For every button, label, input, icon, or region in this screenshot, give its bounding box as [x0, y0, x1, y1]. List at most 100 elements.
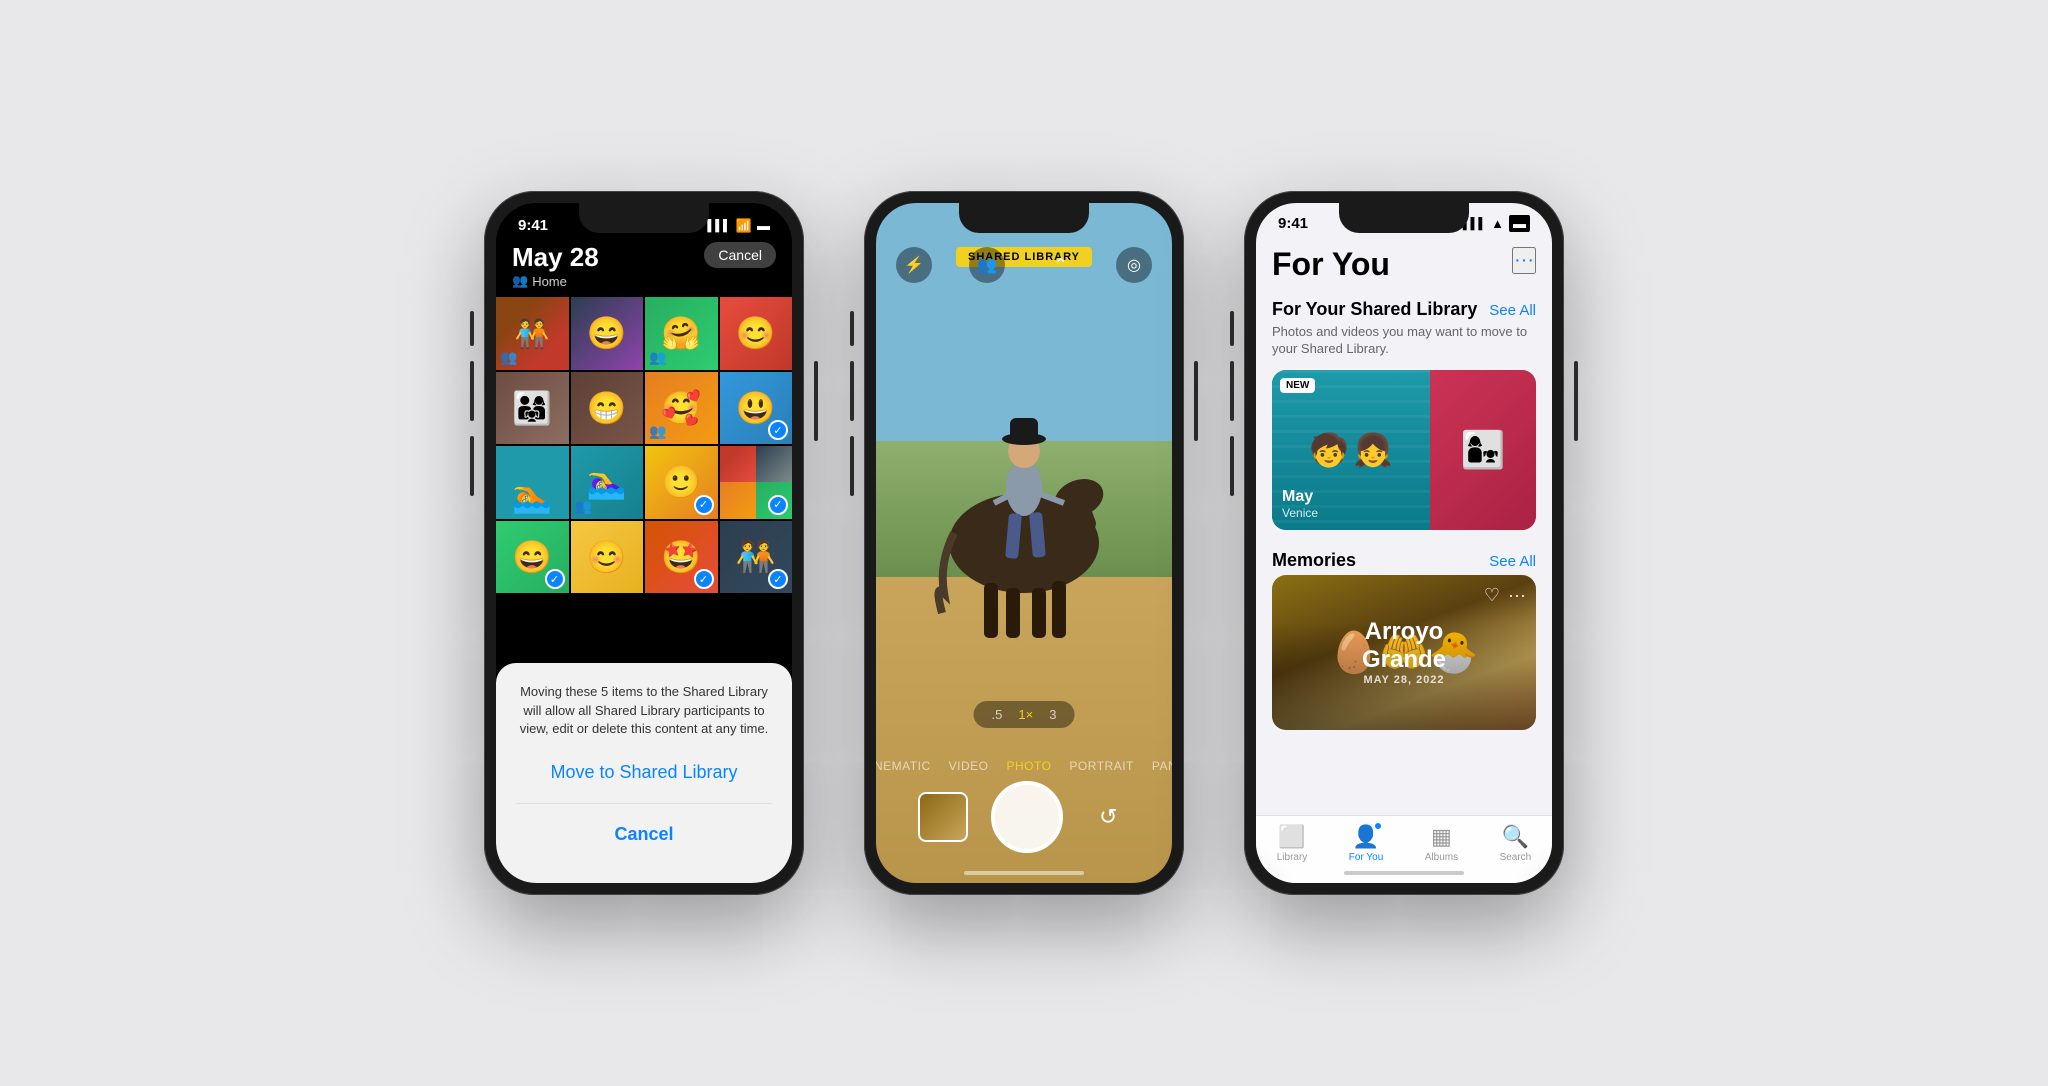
albums-tab-label: Albums: [1425, 852, 1458, 863]
card-location-label: Venice: [1282, 506, 1318, 520]
mode-photo[interactable]: PHOTO: [1006, 759, 1051, 773]
people-icon: 👥: [512, 273, 528, 289]
signal-icon: ▌▌▌: [707, 220, 730, 232]
card-month-label: May: [1282, 488, 1318, 506]
phone-2: SHARED LIBRARY ⚡ 👥 ⌃ ◎ .5 1×: [864, 191, 1184, 895]
shared-library-toggle[interactable]: 👥: [969, 247, 1005, 283]
scene: 9:41 ▌▌▌ 📶 ▬ May 28 👥 Home Cancel: [444, 151, 1604, 935]
photo-cell[interactable]: 😊: [720, 297, 793, 370]
wifi-icon: 📶: [736, 218, 752, 234]
flip-camera-button[interactable]: ↺: [1086, 795, 1130, 839]
memories-section-header: Memories See All: [1272, 550, 1536, 571]
shared-library-section-header: For Your Shared Library See All: [1272, 299, 1536, 320]
chevron-up-button[interactable]: ⌃: [1043, 247, 1079, 283]
photo-cell[interactable]: 😁: [571, 372, 644, 445]
wifi-icon: ▲: [1491, 216, 1504, 231]
phone-3-time: 9:41: [1278, 215, 1308, 232]
mode-pano[interactable]: PANO: [1152, 759, 1172, 773]
memories-heading: Memories: [1272, 550, 1356, 571]
tab-library[interactable]: ⬜ Library: [1277, 824, 1308, 863]
phone-1-popup: Moving these 5 items to the Shared Libra…: [496, 663, 792, 883]
zoom-1x-button[interactable]: 1×: [1014, 707, 1037, 722]
shared-library-see-all[interactable]: See All: [1489, 302, 1536, 319]
people-icon: 👥: [977, 255, 997, 275]
memory-title: ArroyoGrande: [1362, 618, 1446, 674]
card-right-panel: 👩‍👧: [1430, 370, 1536, 530]
photo-cell[interactable]: 🧑‍🤝‍🧑 👥: [496, 297, 569, 370]
shared-badge-icon: 👥: [649, 423, 666, 440]
photo-cell[interactable]: 🏊‍♀️ 👥: [571, 446, 644, 519]
tab-albums[interactable]: ▦ Albums: [1425, 824, 1458, 863]
battery-icon: ▬: [1509, 215, 1530, 232]
tab-search[interactable]: 🔍 Search: [1500, 824, 1532, 863]
photo-cell[interactable]: 😄: [571, 297, 644, 370]
camera-settings-button[interactable]: ◎: [1116, 247, 1152, 283]
camera-bottom-controls: ↺: [876, 781, 1172, 853]
tab-for-you[interactable]: 👤 For You: [1349, 824, 1383, 863]
photo-cell[interactable]: 🤗 👥: [645, 297, 718, 370]
photo-cell[interactable]: 🥰 👥: [645, 372, 718, 445]
photo-cell[interactable]: 🙂 ✓: [645, 446, 718, 519]
shared-badge-icon: 👥: [500, 349, 517, 366]
albums-tab-icon: ▦: [1431, 824, 1452, 850]
photo-cell[interactable]: 🏊: [496, 446, 569, 519]
photo-cell[interactable]: 😄 ✓: [496, 521, 569, 594]
phone-1-cancel-top[interactable]: Cancel: [704, 242, 776, 268]
settings-circle-icon: ◎: [1127, 255, 1141, 275]
zoom-0.5-button[interactable]: .5: [988, 707, 1007, 722]
phone-3-screen: 9:41 ▌▌▌▌ ▲ ▬ ··· For You For Your Share…: [1256, 203, 1552, 883]
phone-1-screen: 9:41 ▌▌▌ 📶 ▬ May 28 👥 Home Cancel: [496, 203, 792, 883]
shutter-button[interactable]: [991, 781, 1063, 853]
photo-cell[interactable]: 😃 ✓: [720, 372, 793, 445]
shared-library-card[interactable]: 🧒👧 NEW May Venice: [1272, 370, 1536, 530]
photo-selected-check: ✓: [768, 569, 788, 589]
for-you-tab-label: For You: [1349, 852, 1383, 863]
photo-cell[interactable]: 👨‍👩‍👧: [496, 372, 569, 445]
phone-1-cancel-button[interactable]: Cancel: [516, 816, 772, 853]
new-badge: NEW: [1280, 378, 1315, 393]
memories-see-all[interactable]: See All: [1489, 553, 1536, 570]
photo-cell[interactable]: 🧑‍🤝‍🧑 ✓: [720, 521, 793, 594]
library-tab-label: Library: [1277, 852, 1308, 863]
phone-3-home-indicator: [1344, 871, 1464, 875]
photo-cell[interactable]: 😊: [571, 521, 644, 594]
more-options-button[interactable]: ···: [1512, 247, 1536, 274]
memories-card[interactable]: 🥚🤲🐣 ArroyoGrande MAY 28, 2022 ♡ ···: [1272, 575, 1536, 730]
popup-divider: [516, 803, 772, 804]
mode-cinematic[interactable]: CINEMATIC: [876, 759, 931, 773]
flash-button[interactable]: ⚡: [896, 247, 932, 283]
photo-selected-check: ✓: [694, 569, 714, 589]
photo-selected-check: ✓: [694, 495, 714, 515]
battery-icon: ▬: [757, 218, 770, 233]
memory-more-button[interactable]: ···: [1508, 585, 1526, 606]
camera-top-controls: ⚡ 👥 ⌃ ◎: [876, 247, 1172, 283]
photo-selected-check: ✓: [768, 420, 788, 440]
memory-date: MAY 28, 2022: [1363, 674, 1444, 686]
flash-icon: ⚡: [904, 255, 924, 275]
phone-3-notch: [1339, 203, 1469, 233]
card-background: 🧒👧 NEW May Venice: [1272, 370, 1536, 530]
last-photo-thumbnail[interactable]: [918, 792, 968, 842]
photo-cell[interactable]: ✓: [720, 446, 793, 519]
card-left-panel: 🧒👧 NEW May Venice: [1272, 370, 1430, 530]
phone-1-photo-grid: 🧑‍🤝‍🧑 👥 😄 🤗 👥 😊 👨‍👩‍👧: [496, 297, 792, 593]
phone-2-home-indicator: [964, 871, 1084, 875]
phone-1-header: May 28 👥 Home Cancel: [496, 238, 792, 297]
memory-heart-button[interactable]: ♡: [1484, 585, 1500, 606]
phone-1-date: May 28: [512, 242, 599, 272]
shared-library-description: Photos and videos you may want to move t…: [1272, 324, 1536, 358]
phone-1-status-icons: ▌▌▌ 📶 ▬: [707, 218, 770, 234]
move-to-shared-library-button[interactable]: Move to Shared Library: [516, 754, 772, 791]
phone-1-time: 9:41: [518, 217, 548, 234]
phone-1-popup-description: Moving these 5 items to the Shared Libra…: [516, 683, 772, 738]
mode-portrait[interactable]: PORTRAIT: [1069, 759, 1133, 773]
for-you-badge-dot: [1373, 821, 1383, 831]
shared-badge-icon: 👥: [649, 349, 666, 366]
memories-section: Memories See All 🥚🤲🐣 ArroyoGrande: [1272, 550, 1536, 730]
photo-cell[interactable]: 🤩 ✓: [645, 521, 718, 594]
mode-video[interactable]: VIDEO: [949, 759, 989, 773]
zoom-3x-button[interactable]: 3: [1045, 707, 1060, 722]
search-tab-icon: 🔍: [1502, 824, 1529, 850]
camera-mode-strip: CINEMATIC VIDEO PHOTO PORTRAIT PANO: [876, 759, 1172, 773]
phone-1: 9:41 ▌▌▌ 📶 ▬ May 28 👥 Home Cancel: [484, 191, 804, 895]
